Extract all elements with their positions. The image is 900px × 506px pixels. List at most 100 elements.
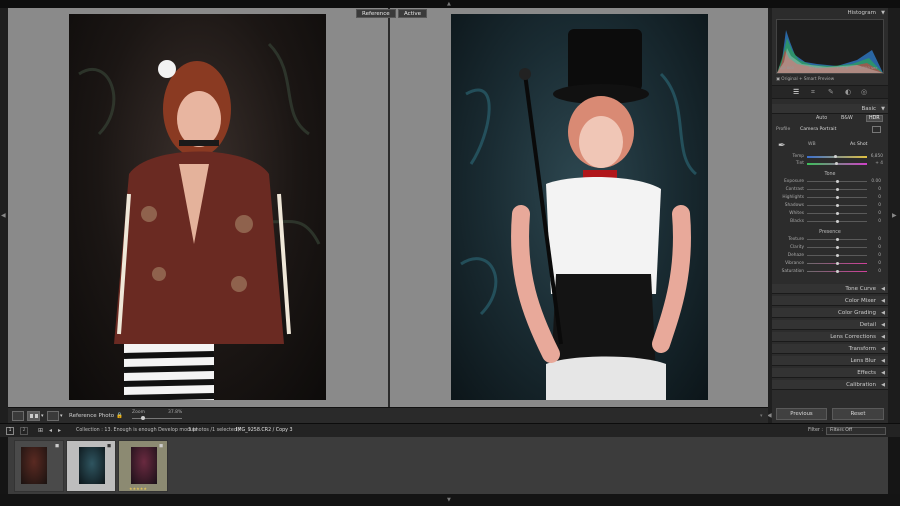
toolbar-menu-arrow-icon[interactable]: ▾ [760,408,763,424]
section-expand-icon[interactable]: ◀ [881,344,885,354]
presence-slider-knob[interactable] [835,270,839,273]
tone-slider-knob[interactable] [835,204,839,207]
presence-slider-value[interactable]: 0 [871,237,881,242]
presence-slider-knob[interactable] [835,254,839,257]
bottom-strip[interactable]: ▼ [0,494,900,506]
compare-dropdown-arrow-icon[interactable]: ▾ [60,408,63,424]
top-panel-strip[interactable]: ▲ [0,0,900,8]
section-expand-icon[interactable]: ◀ [881,308,885,318]
tint-value[interactable]: + 4 [869,161,883,166]
left-panel-edge[interactable]: ◀ [0,8,8,423]
reference-photo-art [78,42,321,400]
section-header-transform[interactable]: Transform ◀ [772,344,888,354]
selected-filename[interactable]: IMG_9258.CR2 / Copy 3 [236,424,293,438]
back-arrow-icon[interactable]: ◂ [49,424,52,438]
filter-dropdown[interactable]: Filters Off [826,427,886,435]
masking-icon[interactable]: ◐ [845,88,851,96]
tone-slider-value[interactable]: 0 [871,195,881,200]
basic-header[interactable]: Basic ▼ [772,104,888,114]
previous-button[interactable]: Previous [776,408,827,420]
forward-arrow-icon[interactable]: ▸ [58,424,61,438]
section-expand-icon[interactable]: ◀ [881,332,885,342]
profile-browser-icon[interactable] [872,126,881,133]
presence-slider-knob[interactable] [835,238,839,241]
red-eye-icon[interactable]: ◎ [861,88,867,96]
crop-icon[interactable]: ⌗ [811,88,815,97]
wb-dropdown[interactable]: As Shot [850,142,867,147]
temp-slider-knob[interactable] [834,155,837,158]
edit-sliders-icon[interactable]: ☰ [793,88,799,96]
section-expand-icon[interactable]: ◀ [881,380,885,390]
wb-picker-icon[interactable]: ✒ [778,141,786,151]
reference-tag: Reference [356,9,396,18]
lock-icon[interactable]: 🔒 [116,408,123,424]
toolbar: ▾ ▾ Reference Photo 🔒 Zoom 37.8% ▾ [8,407,768,423]
bw-button[interactable]: B&W [841,116,853,121]
presence-slider-row: Clarity 0 [772,245,888,253]
grid-view-icon[interactable]: ⊞ [38,424,43,438]
bottom-collapse-arrow-icon[interactable]: ▼ [447,496,451,504]
thumbnail-3[interactable]: ◼ ★★★★★ [118,440,168,492]
zoom-slider-track[interactable] [132,418,182,419]
section-header-color-mixer[interactable]: Color Mixer ◀ [772,296,888,306]
histogram-graph[interactable]: ISO 800 50 mm f / 2.8 1/250 sec [776,19,884,74]
monitor-two-button[interactable]: 2 [20,427,28,435]
tone-slider-knob[interactable] [835,212,839,215]
section-header-lens-blur[interactable]: Lens Blur ◀ [772,356,888,366]
presence-slider-value[interactable]: 0 [871,245,881,250]
tone-slider-value[interactable]: 0.00 [871,179,881,184]
tint-slider-knob[interactable] [835,162,838,165]
zoom-slider-knob[interactable] [141,416,145,420]
histogram-collapse-icon[interactable]: ▼ [881,8,885,18]
view-dropdown-arrow-icon[interactable]: ▾ [41,408,44,424]
presence-slider-value[interactable]: 0 [871,253,881,258]
auto-button[interactable]: Auto [816,116,827,121]
left-expand-arrow-icon[interactable]: ◀ [1,212,6,219]
tone-slider-knob[interactable] [835,180,839,183]
section-header-effects[interactable]: Effects ◀ [772,368,888,378]
tone-slider-value[interactable]: 0 [871,219,881,224]
presence-slider-knob[interactable] [835,262,839,265]
histogram-fstop: f / 2.8 [837,65,849,70]
tone-slider-knob[interactable] [835,196,839,199]
presence-slider-value[interactable]: 0 [871,261,881,266]
section-header-detail[interactable]: Detail ◀ [772,320,888,330]
tone-slider-value[interactable]: 0 [871,187,881,192]
section-header-lens-corrections[interactable]: Lens Corrections ◀ [772,332,888,342]
section-header-tone-curve[interactable]: Tone Curve ◀ [772,284,888,294]
section-expand-icon[interactable]: ◀ [881,284,885,294]
section-header-color-grading[interactable]: Color Grading ◀ [772,308,888,318]
tone-slider-value[interactable]: 0 [871,203,881,208]
monitor-one-button[interactable]: 1 [6,427,14,435]
top-collapse-arrow-icon[interactable]: ▲ [447,0,451,8]
hdr-button[interactable]: HDR [866,115,883,122]
temp-slider-track[interactable] [807,156,867,158]
tone-slider-knob[interactable] [835,220,839,223]
compare-view-button[interactable] [47,411,59,421]
loupe-view-button[interactable] [12,411,24,421]
section-expand-icon[interactable]: ◀ [881,356,885,366]
section-title: Color Grading [838,310,876,316]
presence-sliders: Texture 0 Clarity 0 Dehaze 0 Vibrance 0 Saturati… [772,237,888,281]
collection-path[interactable]: Collection : 13. Enough is enough Develo… [76,424,197,438]
basic-collapse-icon[interactable]: ▼ [881,104,885,114]
right-panel-edge[interactable]: ▶ [888,8,900,423]
right-expand-arrow-icon[interactable]: ▶ [892,212,897,219]
section-expand-icon[interactable]: ◀ [881,296,885,306]
reference-view-button[interactable] [27,411,40,421]
presence-slider-knob[interactable] [835,246,839,249]
healing-icon[interactable]: ✎ [828,88,834,96]
temp-value[interactable]: 6,850 [869,154,883,159]
profile-dropdown[interactable]: Camera Portrait [800,127,836,132]
section-expand-icon[interactable]: ◀ [881,320,885,330]
section-expand-icon[interactable]: ◀ [881,368,885,378]
thumbnail-1[interactable]: ◼ [14,440,64,492]
tone-slider-knob[interactable] [835,188,839,191]
tone-slider-value[interactable]: 0 [871,211,881,216]
section-header-calibration[interactable]: Calibration ◀ [772,380,888,390]
presence-slider-value[interactable]: 0 [871,269,881,274]
thumbnail-2[interactable]: ◼ [66,440,116,492]
selection-info: 3 photos /1 selected / [188,428,241,433]
reset-button[interactable]: Reset [832,408,884,420]
histogram-header[interactable]: Histogram ▼ [772,8,888,18]
